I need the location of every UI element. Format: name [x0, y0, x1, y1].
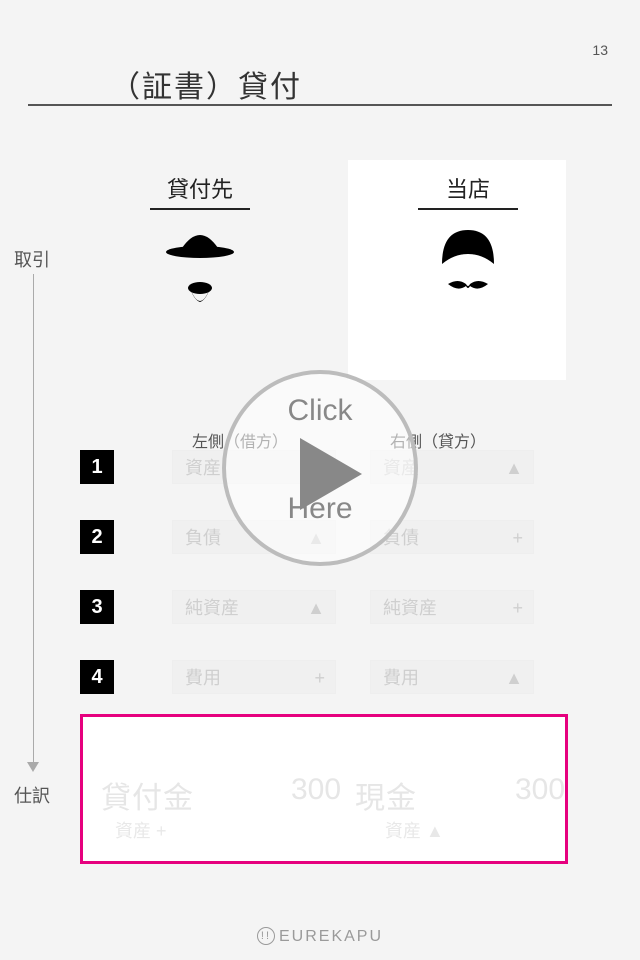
- play-label-top: Click: [226, 394, 414, 428]
- chip-label: 純資産: [185, 598, 239, 618]
- avatar-borrower-icon: [160, 226, 240, 322]
- play-button[interactable]: Click Here: [222, 370, 418, 566]
- title-rule: [28, 104, 612, 106]
- brand-badge-icon: !!: [257, 927, 275, 945]
- result-credit-account: 現金: [355, 773, 417, 817]
- chip-label: 費用: [383, 668, 419, 688]
- chip-label: 純資産: [383, 598, 437, 618]
- sign-icon: ▲: [505, 451, 523, 485]
- table-row: 3 純資産 ▲ 純資産 +: [80, 590, 568, 638]
- table-row: 4 費用 + 費用 ▲: [80, 660, 568, 708]
- footer-brand: !!EUREKAPU: [0, 927, 640, 946]
- sign-icon: +: [512, 521, 523, 555]
- flow-arrow-head-icon: [27, 762, 39, 772]
- result-debit-account: 貸付金: [101, 773, 194, 817]
- result-credit-amount: 300: [515, 773, 565, 807]
- row-number: 3: [80, 590, 114, 624]
- chip-label: 費用: [185, 668, 221, 688]
- sign-icon: ▲: [505, 661, 523, 695]
- chip-label: 資産: [185, 458, 221, 478]
- flow-arrow-line: [33, 274, 34, 764]
- chip-debit[interactable]: 純資産 ▲: [172, 590, 336, 624]
- party-label-us: 当店: [418, 172, 518, 210]
- side-label-transaction: 取引: [14, 246, 50, 272]
- sign-icon: +: [314, 661, 325, 695]
- chip-debit[interactable]: 費用 +: [172, 660, 336, 694]
- party-label-borrower: 貸付先: [150, 172, 250, 210]
- sign-icon: ▲: [307, 591, 325, 625]
- play-icon: [300, 438, 362, 510]
- result-debit-sub: 資産 +: [115, 817, 167, 843]
- chip-credit[interactable]: 純資産 +: [370, 590, 534, 624]
- avatar-us-icon: [428, 226, 508, 322]
- chip-credit[interactable]: 費用 ▲: [370, 660, 534, 694]
- result-credit-sub: 資産 ▲: [385, 817, 444, 843]
- sign-icon: +: [512, 591, 523, 625]
- result-debit-amount: 300: [291, 773, 341, 807]
- page-number: 13: [592, 42, 608, 58]
- brand-text: EUREKAPU: [279, 928, 383, 945]
- row-number: 1: [80, 450, 114, 484]
- chip-label: 負債: [185, 528, 221, 548]
- side-label-journal: 仕訳: [14, 782, 50, 808]
- page-title: （証書）貸付: [110, 62, 302, 106]
- row-number: 4: [80, 660, 114, 694]
- row-number: 2: [80, 520, 114, 554]
- journal-entry-result: 貸付金 300 現金 300 資産 + 資産 ▲: [80, 714, 568, 864]
